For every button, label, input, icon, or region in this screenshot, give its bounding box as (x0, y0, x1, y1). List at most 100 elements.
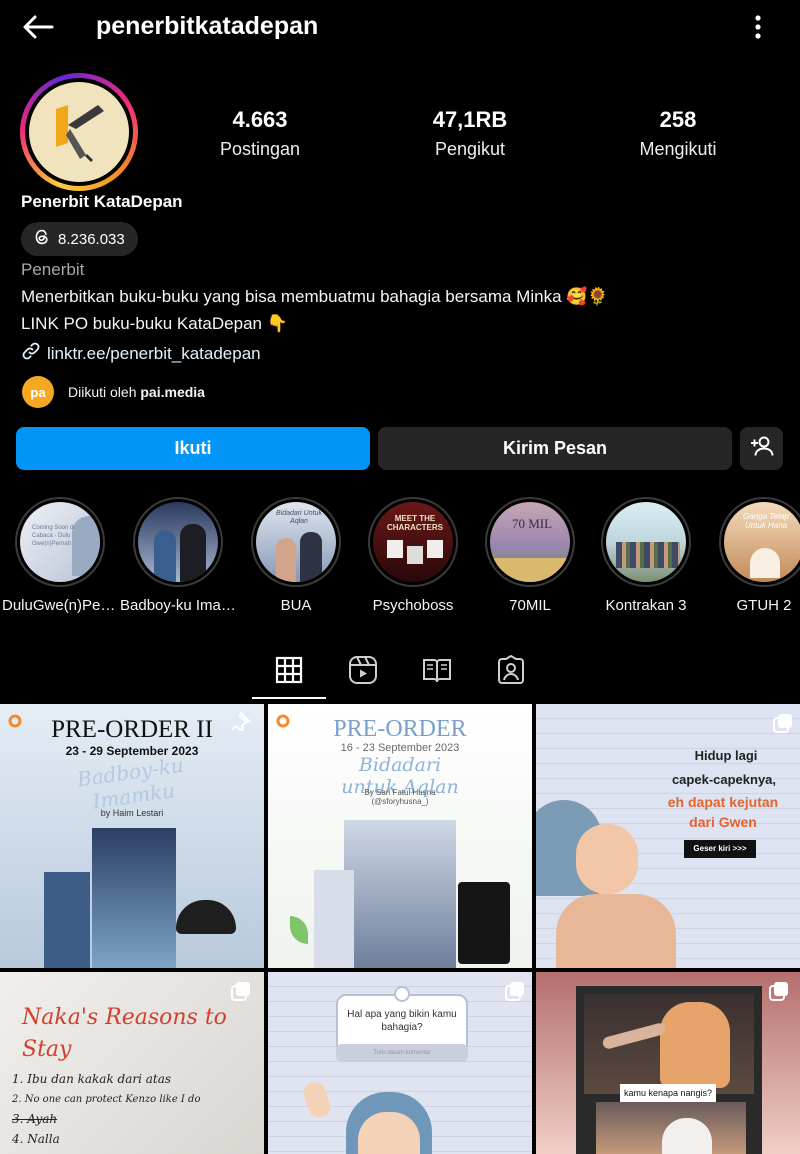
highlight-label: Badboy-ku Imamku (120, 597, 236, 614)
highlight-ring: MEET THE CHARACTERS (368, 497, 458, 587)
field (490, 558, 570, 582)
posts-label: Postingan (219, 139, 301, 159)
back-arrow-icon[interactable] (20, 10, 56, 44)
carousel-icon (504, 980, 526, 1007)
highlight-ring (133, 497, 223, 587)
highlight-cover: Coming Soon di Cabaca · Dulu Gwe(n)Perna… (20, 502, 100, 582)
threads-icon (33, 228, 51, 250)
profile-tabs (0, 640, 800, 700)
stat-followers[interactable]: 47,1RB Pengikut (390, 106, 550, 164)
add-person-icon (750, 435, 774, 462)
tab-posts[interactable] (252, 648, 326, 696)
grid-icon (275, 656, 303, 689)
story-ring[interactable] (20, 73, 138, 191)
highlight-psychoboss[interactable]: MEET THE CHARACTERS Psychoboss (355, 497, 471, 614)
stat-posts[interactable]: 4.663 Postingan (180, 106, 340, 164)
character-2 (180, 524, 206, 582)
post-list-item: 3. Ayah (12, 1112, 58, 1126)
highlight-label: DuluGwe(n)Pernah (2, 597, 118, 614)
message-button[interactable]: Kirim Pesan (378, 427, 732, 470)
book-cover (314, 870, 354, 968)
highlight-cover (606, 502, 686, 582)
meme-caption: kamu kenapa nangis? (620, 1084, 716, 1102)
group-illustration (616, 542, 680, 568)
pai-media-logo-text: pa (30, 384, 46, 400)
cap-merch (176, 900, 236, 934)
post-tile[interactable]: Naka's Reasons to Stay 1. Ibu dan kakak … (0, 972, 264, 1154)
answer-input: Tulis dalam komentar (336, 1044, 468, 1062)
reel-icon (6, 712, 22, 733)
followed-by-prefix: Diikuti oleh (68, 384, 141, 400)
photo-3 (427, 540, 443, 558)
post-cta: Geser kiri >>> (684, 840, 756, 858)
post-title: PRE-ORDER (333, 716, 467, 742)
character-face (358, 1112, 420, 1154)
highlight-ring (601, 497, 691, 587)
post-highlight-line: dari Gwen (689, 814, 757, 830)
followers-count: 47,1RB (432, 107, 508, 132)
character-2 (300, 532, 322, 582)
followed-by-user: pai.media (140, 384, 205, 400)
link-icon (21, 341, 41, 366)
followed-by[interactable]: pa Diikuti oleh pai.media (22, 376, 205, 408)
post-subtitle: 23 - 29 September 2023 (65, 744, 199, 758)
highlight-label: Psychoboss (372, 597, 454, 614)
suggest-user-button[interactable] (740, 427, 783, 470)
post-author: By Sari Fatul Husna (@sforyhusna_) (364, 788, 436, 806)
post-subtitle: 16 - 23 September 2023 (340, 742, 460, 754)
reel-icon (274, 712, 290, 733)
post-tile[interactable]: kamu kenapa nangis? (536, 972, 800, 1154)
book-cover (44, 872, 90, 968)
highlight-label: Kontrakan 3 (605, 597, 687, 614)
post-tile[interactable]: Hal apa yang bikin kamu bahagia? Tulis d… (268, 972, 532, 1154)
tab-guides[interactable] (400, 648, 474, 696)
cat-image (660, 1002, 730, 1088)
profile-username: penerbitkatadepan (96, 12, 319, 40)
highlight-ring: Coming Soon di Cabaca · Dulu Gwe(n)Perna… (15, 497, 105, 587)
highlight-cover: Ganga Tetap Untuk Hana (724, 502, 800, 582)
tote-bag (458, 882, 510, 964)
post-text-line: capek-capeknya, (671, 772, 777, 787)
highlight-dulugwe[interactable]: Coming Soon di Cabaca · Dulu Gwe(n)Perna… (2, 497, 118, 614)
post-text-line: Hidup lagi (694, 748, 758, 763)
threads-count: 8.236.033 (58, 230, 125, 248)
post-tile[interactable]: PRE-ORDER II 23 - 29 September 2023 Badb… (0, 704, 264, 968)
carousel-icon (772, 712, 794, 739)
followers-label: Pengikut (434, 139, 506, 159)
post-list-item: 1. Ibu dan kakak dari atas (12, 1072, 172, 1086)
highlight-badboy[interactable]: Badboy-ku Imamku (120, 497, 236, 614)
highlight-gtuh2[interactable]: Ganga Tetap Untuk Hana GTUH 2 (706, 497, 800, 614)
profile-category: Penerbit (21, 260, 85, 279)
mosque-dome (750, 548, 780, 578)
more-options-icon[interactable] (744, 10, 772, 44)
following-label: Mengikuti (639, 139, 717, 159)
following-count: 258 (659, 107, 697, 132)
tab-tagged[interactable] (474, 648, 548, 696)
post-title: PRE-ORDER II (51, 716, 213, 743)
threads-badge[interactable]: 8.236.033 (21, 222, 138, 256)
character-1 (154, 530, 176, 582)
avatar[interactable] (25, 78, 133, 186)
highlight-bua[interactable]: Bidadari Untuk Aqlan BUA (238, 497, 354, 614)
highlight-ring: Bidadari Untuk Aqlan (251, 497, 341, 587)
carousel-icon (768, 980, 790, 1007)
tab-reels[interactable] (326, 648, 400, 696)
highlight-kontrakan3[interactable]: Kontrakan 3 (588, 497, 704, 614)
highlight-cover-text: Ganga Tetap Untuk Hana (743, 512, 789, 530)
photo-2 (407, 546, 423, 564)
bio-link-text: linktr.ee/penerbit_katadepan (47, 343, 261, 363)
highlight-label: GTUH 2 (736, 597, 792, 614)
bio-link[interactable]: linktr.ee/penerbit_katadepan (21, 341, 261, 366)
highlight-cover: MEET THE CHARACTERS (373, 502, 453, 582)
post-tile[interactable]: PRE-ORDER 16 - 23 September 2023 Bidadar… (268, 704, 532, 968)
stat-following[interactable]: 258 Mengikuti (598, 106, 758, 164)
pai-media-avatar: pa (22, 376, 54, 408)
post-list-item: 2. No one can protect Kenzo like I do (12, 1094, 201, 1105)
highlight-70mil[interactable]: 70 MIL 70MIL (472, 497, 588, 614)
post-tile[interactable]: Hidup lagi capek-capeknya, eh dapat keju… (536, 704, 800, 968)
character-body (556, 894, 676, 968)
post-highlight-line: eh dapat kejutan (667, 794, 779, 810)
highlight-ring: Ganga Tetap Untuk Hana (719, 497, 800, 587)
highlight-ring: 70 MIL (485, 497, 575, 587)
follow-button[interactable]: Ikuti (16, 427, 370, 470)
